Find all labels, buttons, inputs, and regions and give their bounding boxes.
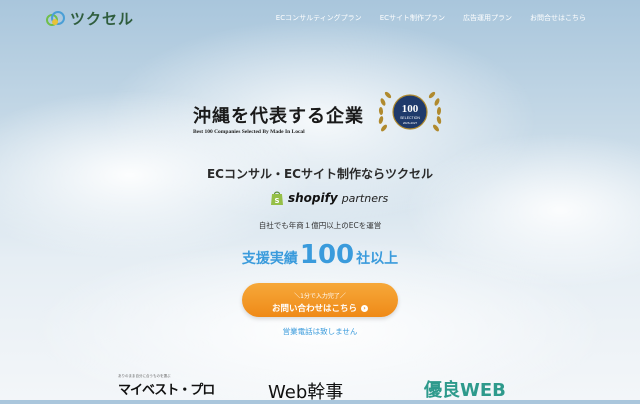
- sub-copy: 自社でも年商１億円以上のECを運営: [258, 221, 382, 230]
- award-headline: 沖縄を代表する企業 Best 100 Companies Selected By…: [193, 102, 364, 135]
- cta-main-text: お問い合わせはこちら ›: [242, 302, 398, 314]
- support-record: 支援実績100 社以上: [0, 240, 640, 270]
- shopify-partners-word: partners: [341, 191, 389, 205]
- badge-years: 2026-2027: [403, 121, 418, 125]
- award-laurel-badge: 100 SELECTION 2026-2027: [378, 91, 442, 132]
- logo-text: ツクセル: [70, 10, 135, 28]
- mybest-pro-logo[interactable]: ありのまま自分に合うものを選ぶ マイベスト・プロ: [118, 374, 215, 398]
- site-header: ツクセル ECコンサルティングプラン ECサイト制作プラン 広告運用プラン お問…: [0, 0, 640, 36]
- cta-label: お問い合わせはこちら: [271, 304, 357, 314]
- arrow-circle-icon: ›: [361, 305, 368, 312]
- yuryo-web-logo[interactable]: 優良WEB: [424, 376, 506, 402]
- record-prefix: 支援実績: [241, 251, 298, 267]
- badge-number: 100: [402, 103, 419, 115]
- badge-label: SELECTION: [400, 116, 420, 120]
- shopify-partners-logo: S shopify partners: [270, 190, 388, 206]
- record-suffix: 社以上: [356, 251, 399, 267]
- svg-text:S: S: [274, 197, 279, 205]
- main-nav: ECコンサルティングプラン ECサイト制作プラン 広告運用プラン お問合せはこち…: [276, 13, 586, 23]
- shopify-bag-icon: S: [271, 191, 283, 205]
- nav-contact[interactable]: お問合せはこちら: [530, 13, 586, 23]
- site-logo[interactable]: ツクセル: [44, 8, 134, 29]
- headline-en: Best 100 Companies Selected By Made In L…: [193, 129, 305, 135]
- contact-cta-button[interactable]: ＼1分で入力完了／ お問い合わせはこちら ›: [242, 283, 398, 317]
- record-number: 100: [299, 240, 355, 270]
- shopify-word: shopify: [288, 191, 338, 205]
- nav-ec-consulting[interactable]: ECコンサルティングプラン: [276, 13, 362, 23]
- nav-ad-operation[interactable]: 広告運用プラン: [463, 13, 512, 23]
- mybest-main-text: マイベスト・プロ: [118, 383, 215, 398]
- web-kanji-logo[interactable]: Web幹事: [268, 378, 343, 404]
- headline-jp: 沖縄を代表する企業: [193, 106, 364, 127]
- cloud-logo-icon: [46, 10, 65, 26]
- tagline: ECコンサル・ECサイト制作ならツクセル: [206, 167, 433, 181]
- cta-small-text: ＼1分で入力完了／: [294, 293, 346, 300]
- nav-ec-site-production[interactable]: ECサイト制作プラン: [380, 13, 445, 23]
- no-sales-call-note: 営業電話は致しません: [282, 327, 358, 336]
